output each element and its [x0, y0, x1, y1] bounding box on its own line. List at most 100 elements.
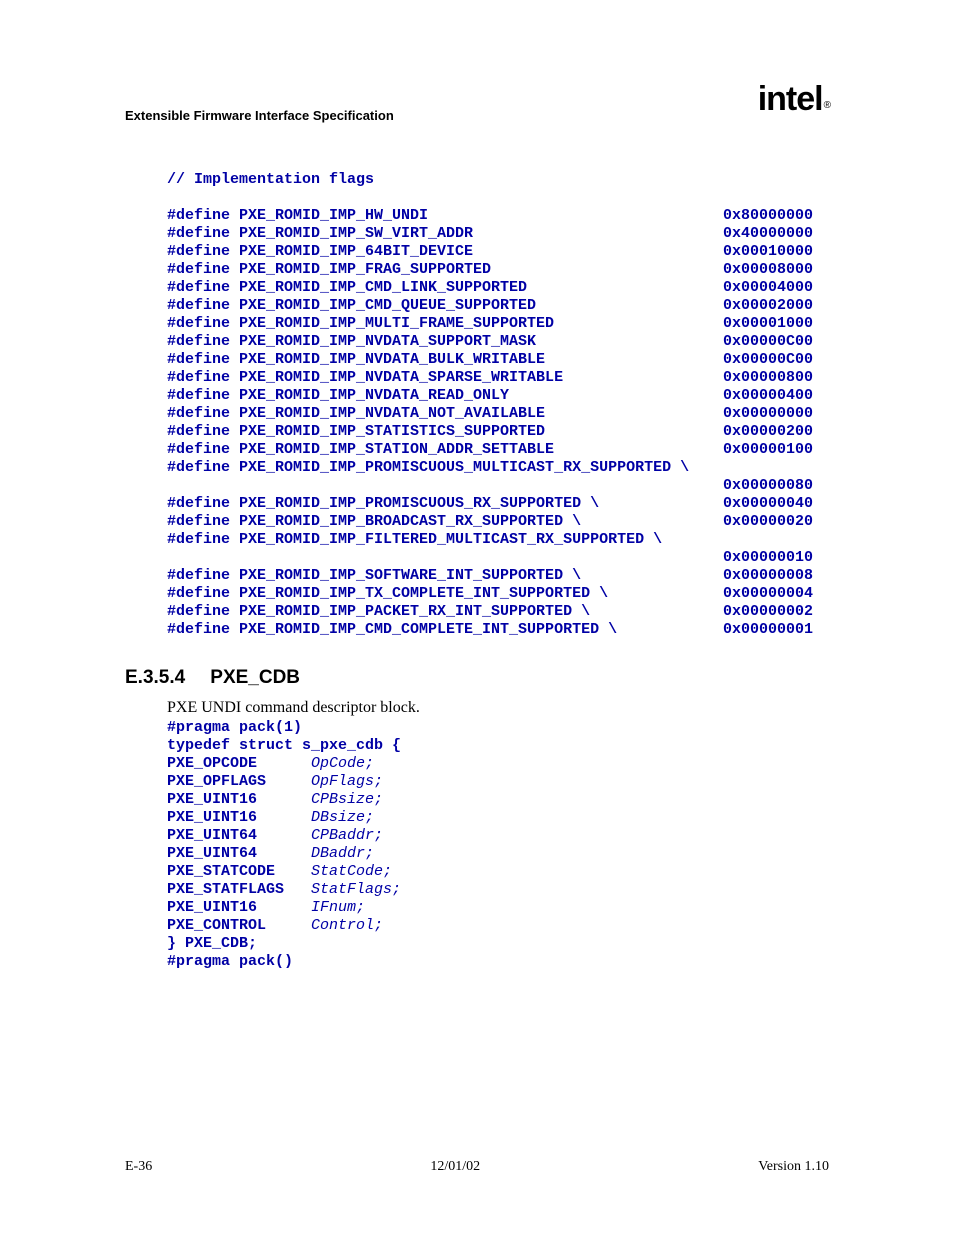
- define-row: #define PXE_ROMID_IMP_NVDATA_READ_ONLY0x…: [167, 387, 829, 405]
- struct-field: CPBaddr;: [311, 827, 383, 845]
- define-row: #define PXE_ROMID_IMP_STATION_ADDR_SETTA…: [167, 441, 829, 459]
- struct-field: StatCode;: [311, 863, 392, 881]
- section-heading: E.3.5.4 PXE_CDB: [125, 667, 829, 689]
- define-value: 0x00000000: [723, 405, 813, 423]
- define-name: #define PXE_ROMID_IMP_NVDATA_SPARSE_WRIT…: [167, 369, 723, 387]
- footer-version: Version 1.10: [758, 1159, 829, 1175]
- defines-block: #define PXE_ROMID_IMP_HW_UNDI0x80000000#…: [167, 207, 829, 639]
- define-value: 0x00000002: [723, 603, 813, 621]
- define-row: #define PXE_ROMID_IMP_NVDATA_SPARSE_WRIT…: [167, 369, 829, 387]
- define-row: #define PXE_ROMID_IMP_CMD_LINK_SUPPORTED…: [167, 279, 829, 297]
- section-body: PXE UNDI command descriptor block.: [167, 699, 829, 717]
- define-name: #define PXE_ROMID_IMP_NVDATA_READ_ONLY: [167, 387, 723, 405]
- struct-field: DBaddr;: [311, 845, 374, 863]
- define-value: 0x00000800: [723, 369, 813, 387]
- define-name: #define PXE_ROMID_IMP_HW_UNDI: [167, 207, 723, 225]
- define-row: #define PXE_ROMID_IMP_HW_UNDI0x80000000: [167, 207, 829, 225]
- struct-field-row: PXE_UINT64DBaddr;: [167, 845, 829, 863]
- define-value: 0x00000400: [723, 387, 813, 405]
- code-comment: // Implementation flags: [167, 171, 829, 189]
- struct-field: IFnum;: [311, 899, 365, 917]
- define-value: 0x40000000: [723, 225, 813, 243]
- define-name: #define PXE_ROMID_IMP_STATION_ADDR_SETTA…: [167, 441, 723, 459]
- struct-field-row: PXE_UINT16IFnum;: [167, 899, 829, 917]
- define-row: #define PXE_ROMID_IMP_PROMISCUOUS_RX_SUP…: [167, 495, 829, 513]
- define-row: #define PXE_ROMID_IMP_TX_COMPLETE_INT_SU…: [167, 585, 829, 603]
- pragma-pack-close: #pragma pack(): [167, 953, 829, 971]
- define-row: #define PXE_ROMID_IMP_PACKET_RX_INT_SUPP…: [167, 603, 829, 621]
- define-value: 0x00000020: [723, 513, 813, 531]
- define-value: 0x00000100: [723, 441, 813, 459]
- define-value: 0x00000C00: [723, 333, 813, 351]
- struct-type: PXE_OPFLAGS: [167, 773, 311, 791]
- define-name: #define PXE_ROMID_IMP_TX_COMPLETE_INT_SU…: [167, 585, 723, 603]
- define-value: 0x00010000: [723, 243, 813, 261]
- define-value: 0x00000200: [723, 423, 813, 441]
- struct-field: OpCode;: [311, 755, 374, 773]
- define-row: #define PXE_ROMID_IMP_FILTERED_MULTICAST…: [167, 531, 829, 549]
- page-footer: E-36 12/01/02 Version 1.10: [125, 1159, 829, 1175]
- define-name: #define PXE_ROMID_IMP_NVDATA_SUPPORT_MAS…: [167, 333, 723, 351]
- define-name: #define PXE_ROMID_IMP_64BIT_DEVICE: [167, 243, 723, 261]
- footer-date: 12/01/02: [430, 1159, 480, 1175]
- define-row: #define PXE_ROMID_IMP_SOFTWARE_INT_SUPPO…: [167, 567, 829, 585]
- define-row: #define PXE_ROMID_IMP_PROMISCUOUS_MULTIC…: [167, 459, 829, 477]
- struct-type: PXE_STATFLAGS: [167, 881, 311, 899]
- define-value: 0x00000001: [723, 621, 813, 639]
- define-name: #define PXE_ROMID_IMP_SW_VIRT_ADDR: [167, 225, 723, 243]
- footer-page: E-36: [125, 1159, 152, 1175]
- define-row: #define PXE_ROMID_IMP_SW_VIRT_ADDR0x4000…: [167, 225, 829, 243]
- define-value: 0x00008000: [723, 261, 813, 279]
- define-name: [167, 549, 723, 567]
- define-name: #define PXE_ROMID_IMP_CMD_COMPLETE_INT_S…: [167, 621, 723, 639]
- struct-field-row: PXE_STATCODEStatCode;: [167, 863, 829, 881]
- section-title: PXE_CDB: [210, 667, 300, 688]
- define-name: #define PXE_ROMID_IMP_FILTERED_MULTICAST…: [167, 531, 723, 549]
- struct-field-row: PXE_CONTROLControl;: [167, 917, 829, 935]
- struct-field: Control;: [311, 917, 383, 935]
- struct-field-row: PXE_STATFLAGSStatFlags;: [167, 881, 829, 899]
- struct-field: OpFlags;: [311, 773, 383, 791]
- define-value: 0x00000C00: [723, 351, 813, 369]
- define-value: 0x80000000: [723, 207, 813, 225]
- define-name: #define PXE_ROMID_IMP_STATISTICS_SUPPORT…: [167, 423, 723, 441]
- define-name: #define PXE_ROMID_IMP_CMD_QUEUE_SUPPORTE…: [167, 297, 723, 315]
- struct-type: PXE_UINT16: [167, 791, 311, 809]
- define-name: #define PXE_ROMID_IMP_PROMISCUOUS_RX_SUP…: [167, 495, 723, 513]
- define-value: 0x00000004: [723, 585, 813, 603]
- struct-type: PXE_UINT64: [167, 845, 311, 863]
- define-name: #define PXE_ROMID_IMP_SOFTWARE_INT_SUPPO…: [167, 567, 723, 585]
- struct-field-row: PXE_OPCODEOpCode;: [167, 755, 829, 773]
- struct-field: StatFlags;: [311, 881, 401, 899]
- define-value: 0x00000008: [723, 567, 813, 585]
- define-name: #define PXE_ROMID_IMP_FRAG_SUPPORTED: [167, 261, 723, 279]
- typedef-close: } PXE_CDB;: [167, 935, 829, 953]
- define-row: #define PXE_ROMID_IMP_MULTI_FRAME_SUPPOR…: [167, 315, 829, 333]
- define-row: 0x00000080: [167, 477, 829, 495]
- struct-field: DBsize;: [311, 809, 374, 827]
- define-name: #define PXE_ROMID_IMP_NVDATA_NOT_AVAILAB…: [167, 405, 723, 423]
- struct-type: PXE_STATCODE: [167, 863, 311, 881]
- define-row: #define PXE_ROMID_IMP_STATISTICS_SUPPORT…: [167, 423, 829, 441]
- define-row: #define PXE_ROMID_IMP_FRAG_SUPPORTED0x00…: [167, 261, 829, 279]
- define-row: #define PXE_ROMID_IMP_64BIT_DEVICE0x0001…: [167, 243, 829, 261]
- typedef-open: typedef struct s_pxe_cdb {: [167, 737, 829, 755]
- struct-field-row: PXE_UINT16CPBsize;: [167, 791, 829, 809]
- struct-field-row: PXE_UINT16DBsize;: [167, 809, 829, 827]
- define-name: [167, 477, 723, 495]
- define-row: #define PXE_ROMID_IMP_NVDATA_NOT_AVAILAB…: [167, 405, 829, 423]
- struct-block: #pragma pack(1) typedef struct s_pxe_cdb…: [167, 719, 829, 971]
- page-header: Extensible Firmware Interface Specificat…: [125, 84, 829, 123]
- struct-field: CPBsize;: [311, 791, 383, 809]
- define-row: #define PXE_ROMID_IMP_CMD_COMPLETE_INT_S…: [167, 621, 829, 639]
- define-row: #define PXE_ROMID_IMP_BROADCAST_RX_SUPPO…: [167, 513, 829, 531]
- define-row: 0x00000010: [167, 549, 829, 567]
- define-name: #define PXE_ROMID_IMP_PROMISCUOUS_MULTIC…: [167, 459, 723, 477]
- struct-field-row: PXE_UINT64CPBaddr;: [167, 827, 829, 845]
- struct-type: PXE_UINT16: [167, 809, 311, 827]
- section-number: E.3.5.4: [125, 667, 205, 689]
- define-value: 0x00000010: [723, 549, 813, 567]
- define-value: 0x00002000: [723, 297, 813, 315]
- define-row: #define PXE_ROMID_IMP_NVDATA_SUPPORT_MAS…: [167, 333, 829, 351]
- define-value: 0x00004000: [723, 279, 813, 297]
